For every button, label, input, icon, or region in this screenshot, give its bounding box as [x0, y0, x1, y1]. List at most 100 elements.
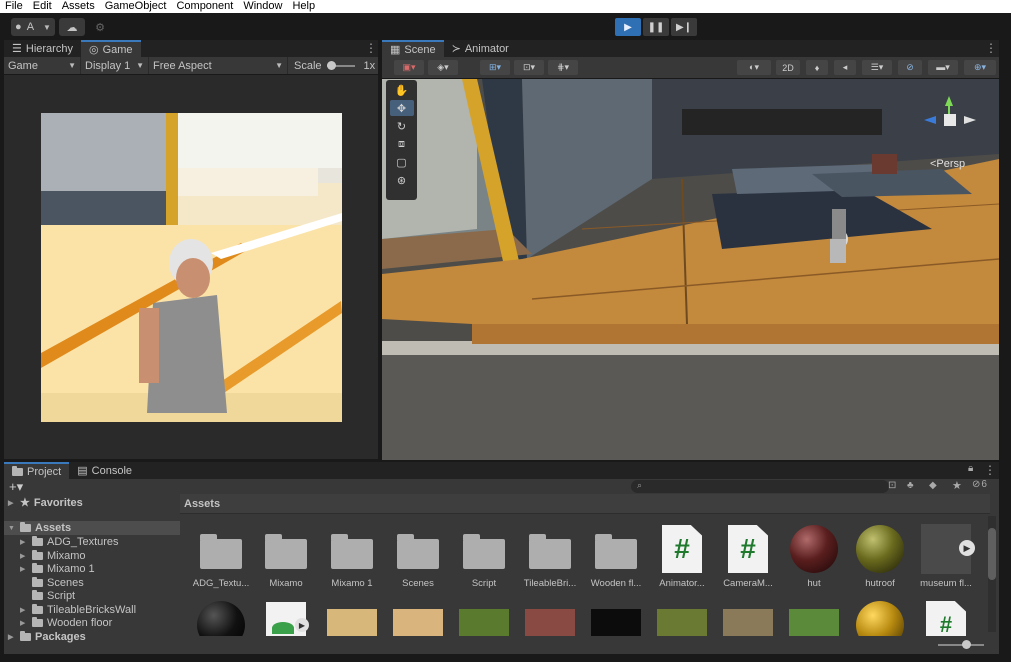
asset-item[interactable]: Scenes [388, 524, 448, 589]
filter-type-icon[interactable]: ♣ [907, 480, 914, 491]
chevron-down-icon: ▼ [136, 61, 144, 70]
asset-item[interactable]: TileableBri... [520, 524, 580, 589]
tree-item[interactable]: ▶ Wooden floor [20, 617, 112, 629]
persp-label[interactable]: <Persp [930, 158, 965, 170]
effects-icon: ☰▾ [870, 62, 884, 72]
shading-button[interactable]: ◐▾ [737, 60, 771, 75]
chevron-right-icon: ▶ [20, 539, 26, 546]
step-button[interactable]: ▶❙ [671, 18, 697, 36]
search-scene-icon[interactable]: ⊡ [888, 480, 896, 491]
lighting-button[interactable]: ♦ [806, 60, 828, 75]
tree-item[interactable]: ▶ ADG_Textures [20, 536, 119, 548]
toggle-2d-button[interactable]: 2D [776, 60, 800, 75]
chevron-down-icon: ▼ [8, 524, 15, 532]
camera-button[interactable]: ▬▾ [928, 60, 958, 75]
draw-mode-button[interactable]: ▣▾ [394, 60, 424, 75]
snap-icon: ⊡▾ [522, 62, 536, 72]
menu-bar: File Edit Assets GameObject Component Wi… [0, 0, 1011, 13]
folder-icon [20, 522, 31, 532]
pivot-button[interactable]: ⊞▾ [480, 60, 510, 75]
gizmos-button[interactable]: ⊕▾ [964, 60, 996, 75]
add-asset-button[interactable]: +▾ [9, 479, 23, 495]
pause-button[interactable]: ❚❚ [643, 18, 669, 36]
game-mode-dropdown[interactable]: Game ▼ [4, 57, 81, 74]
move-icon: ✥ [396, 102, 407, 115]
material-sphere-icon [856, 525, 904, 573]
hand-tool[interactable]: ✋ [390, 82, 414, 98]
asset-item[interactable]: Mixamo 1 [322, 524, 382, 589]
tab-scene[interactable]: ▦ Scene [382, 40, 444, 57]
render-mode-button[interactable]: ◈▾ [428, 60, 458, 75]
hidden-toggle-button[interactable]: ⊘ [898, 60, 922, 75]
asset-item[interactable]: Wooden fl... [586, 524, 646, 589]
menu-gameobject[interactable]: GameObject [100, 0, 172, 13]
collab-button[interactable]: ⚙ [89, 18, 111, 36]
scene-view[interactable] [382, 79, 999, 460]
effects-button[interactable]: ☰▾ [862, 60, 892, 75]
asset-item[interactable]: hutroof [850, 524, 910, 589]
transform-tool[interactable]: ⊛ [390, 172, 414, 188]
asset-item[interactable]: Mixamo [256, 524, 316, 589]
orientation-gizmo[interactable] [918, 92, 980, 142]
snap-button[interactable]: ⊡▾ [514, 60, 544, 75]
tree-item[interactable]: ▶ Mixamo [20, 550, 86, 562]
menu-window[interactable]: Window [238, 0, 287, 13]
tree-favorites[interactable]: ▶ ★ Favorites [8, 496, 83, 510]
left-panel-menu-icon[interactable]: ⋮ [365, 41, 377, 55]
tree-item[interactable]: Scenes [20, 577, 84, 589]
tree-item[interactable]: ▶ TileableBricksWall [20, 604, 136, 616]
cloud-button[interactable]: ☁ [59, 18, 85, 36]
tab-project[interactable]: Project [4, 462, 70, 479]
account-dropdown[interactable]: ● A ▼ [11, 18, 55, 36]
hidden-packages-toggle[interactable]: ⊘ 6 [972, 479, 987, 490]
menu-help[interactable]: Help [287, 0, 320, 13]
asset-item[interactable]: ADG_Textu... [191, 524, 251, 589]
gear-icon: ⚙ [95, 21, 105, 34]
filter-label-icon[interactable]: ◆ [929, 480, 937, 491]
menu-edit[interactable]: Edit [28, 0, 57, 13]
scale-slider[interactable] [326, 60, 355, 70]
rect-tool[interactable]: ▢ [390, 154, 414, 170]
transform-icon: ⊛ [396, 174, 407, 187]
aspect-dropdown[interactable]: Free Aspect ▼ [149, 57, 288, 74]
icon-size-slider-handle[interactable] [962, 640, 971, 649]
tab-hierarchy[interactable]: ☰ Hierarchy [4, 40, 81, 57]
asset-label: museum fl... [920, 578, 972, 589]
tree-item[interactable]: ▶ Mixamo 1 [20, 563, 95, 575]
rotate-tool[interactable]: ↻ [390, 118, 414, 134]
play-button[interactable]: ▶ [615, 18, 641, 36]
asset-item[interactable]: ▶ museum fl... [916, 524, 976, 589]
scale-slider-handle[interactable] [326, 60, 336, 70]
asset-item[interactable]: # CameraM... [718, 524, 778, 589]
breadcrumb-assets[interactable]: Assets [184, 498, 220, 510]
tree-assets[interactable]: ▼ Assets [4, 521, 180, 535]
tab-hierarchy-label: Hierarchy [25, 42, 73, 55]
chevron-down-icon: ▼ [68, 61, 76, 70]
tab-animator[interactable]: ≻ Animator [444, 40, 517, 57]
tree-packages[interactable]: ▶ Packages [8, 631, 86, 643]
asset-item[interactable]: # Animator... [652, 524, 712, 589]
icon-size-slider[interactable] [938, 640, 984, 649]
project-panel-menu-icon[interactable]: ⋮ [984, 463, 996, 477]
assets-scrollbar-thumb[interactable] [988, 528, 996, 580]
grid-snap-button[interactable]: ⋕▾ [548, 60, 578, 75]
menu-file[interactable]: File [0, 0, 28, 13]
folder-icon [12, 465, 23, 476]
menu-component[interactable]: Component [171, 0, 238, 13]
display-dropdown[interactable]: Display 1 ▼ [81, 57, 149, 74]
tab-console[interactable]: ▤ Console [69, 462, 140, 479]
favorite-star-icon[interactable]: ★ [952, 479, 962, 492]
search-input[interactable]: ⌕ [631, 480, 889, 493]
move-tool[interactable]: ✥ [389, 100, 414, 116]
lock-icon[interactable]: 🔒︎ [968, 463, 973, 474]
tree-item[interactable]: Script [20, 590, 75, 602]
scene-panel-menu-icon[interactable]: ⋮ [985, 41, 997, 55]
scale-tool[interactable]: ⧈ [390, 136, 414, 152]
audio-button[interactable]: ◂ [834, 60, 856, 75]
cloud-icon: ☁ [66, 21, 78, 34]
asset-item[interactable]: hut [784, 524, 844, 589]
tab-game[interactable]: ◎ Game [80, 40, 141, 57]
asset-item[interactable]: Script [454, 524, 514, 589]
menu-assets[interactable]: Assets [57, 0, 100, 13]
eye-off-icon: ⊘ [906, 62, 914, 72]
